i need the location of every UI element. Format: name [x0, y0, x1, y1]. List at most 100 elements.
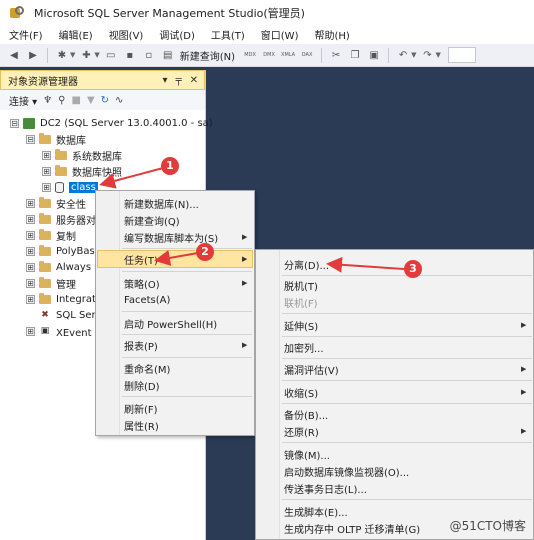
tree-node-always-on[interactable]: ⊞ Always O [26, 259, 102, 275]
tree-node-replication[interactable]: ⊞ 复制 [26, 227, 76, 243]
expand-icon[interactable]: ⊞ [26, 198, 35, 208]
save-icon[interactable]: ▪ [122, 47, 138, 63]
folder-icon [39, 212, 51, 224]
open-folder-icon[interactable]: ▭ [103, 47, 119, 63]
tree-node-xevent-profiler[interactable]: ⊞ ▣ XEvent 拐 [26, 323, 105, 339]
menu-item-policies[interactable]: 策略(O) ▶ [97, 274, 253, 292]
menu-item-properties[interactable]: 属性(R) [97, 416, 253, 434]
new-query-icon[interactable]: ▤ [160, 47, 176, 63]
expand-icon[interactable]: ⊞ [26, 262, 35, 272]
chevron-down-icon[interactable]: ▼ [70, 51, 75, 59]
expand-icon[interactable]: ⊞ [26, 294, 35, 304]
back-icon[interactable]: ◀ [6, 47, 22, 63]
xmla-query-icon[interactable]: XMLA [280, 47, 296, 63]
menu-separator [122, 311, 252, 312]
tree-node-class-database[interactable]: ⊞ class [42, 179, 98, 195]
close-icon[interactable]: ✕ [190, 75, 198, 86]
tree-node-label: 复制 [56, 231, 76, 243]
tree-node-sql-server-agent[interactable]: ✖ SQL Ser [39, 307, 95, 323]
collapse-icon[interactable]: ⊟ [10, 118, 19, 128]
menu-item-facets[interactable]: Facets(A) [97, 291, 253, 309]
menu-item-label: 报表(P) [124, 341, 158, 353]
expand-icon[interactable]: ⊞ [42, 182, 51, 192]
menu-item-take-offline[interactable]: 脱机(T) [257, 276, 532, 294]
tree-node-management[interactable]: ⊞ 管理 [26, 275, 76, 291]
menu-item-delete[interactable]: 删除(D) [97, 376, 253, 394]
mdx-query-icon[interactable]: MDX [242, 47, 258, 63]
chevron-down-icon[interactable]: ▼ [435, 51, 440, 59]
menu-window[interactable]: 窗口(W) [253, 27, 307, 42]
cut-icon[interactable]: ✂ [328, 47, 344, 63]
menu-item-restore[interactable]: 还原(R) ▶ [257, 422, 532, 440]
menu-item-backup[interactable]: 备份(B)... [257, 405, 532, 423]
filter-icon[interactable]: ▼ [87, 95, 95, 106]
menu-file[interactable]: 文件(F) [0, 27, 51, 42]
menu-item-mirror[interactable]: 镜像(M)... [257, 445, 532, 463]
tree-node-databases[interactable]: ⊟ 数据库 [26, 131, 86, 147]
add-item-icon[interactable]: ✚ [78, 47, 94, 63]
disconnect-icon[interactable]: ⚲ [58, 95, 65, 106]
save-all-icon[interactable]: ▫ [141, 47, 157, 63]
menu-item-tasks[interactable]: 任务(T) ▶ [97, 250, 253, 268]
solution-config-dropdown[interactable] [447, 47, 476, 63]
expand-icon[interactable]: ⊞ [26, 230, 35, 240]
tree-node-database-snapshots[interactable]: ⊞ 数据库快照 [42, 163, 122, 179]
menu-item-start-powershell[interactable]: 启动 PowerShell(H) [97, 314, 253, 332]
connect-button[interactable]: 连接 ▾ [9, 93, 37, 108]
collapse-icon[interactable]: ⊟ [26, 134, 35, 144]
menu-item-rename[interactable]: 重命名(M) [97, 359, 253, 377]
main-toolbar: ◀ ▶ ✱ ▼ ✚ ▼ ▭ ▪ ▫ ▤ 新建查询(N) MDX DMX XMLA… [0, 44, 534, 67]
tree-node-system-databases[interactable]: ⊞ 系统数据库 [42, 147, 122, 163]
tree-node-security[interactable]: ⊞ 安全性 [26, 195, 86, 211]
new-query-button[interactable]: 新建查询(N) [180, 48, 235, 63]
menu-help[interactable]: 帮助(H) [306, 27, 357, 42]
stop-icon[interactable]: ■ [72, 95, 81, 106]
pin-icon[interactable]: ╤ [176, 75, 182, 86]
activity-monitor-icon[interactable]: ∿ [115, 95, 123, 106]
menu-tools[interactable]: 工具(T) [203, 27, 253, 42]
new-project-icon[interactable]: ✱ [54, 47, 70, 63]
tree-node-server-objects[interactable]: ⊞ 服务器对 [26, 211, 96, 227]
menu-item-stretch[interactable]: 延伸(S) ▶ [257, 316, 532, 334]
menu-item-label: 还原(R) [284, 427, 319, 439]
menu-item-launch-mirroring-monitor[interactable]: 启动数据库镜像监视器(O)... [257, 462, 532, 480]
menu-item-detach[interactable]: 分离(D)... [257, 255, 532, 273]
dax-query-icon[interactable]: DAX [299, 47, 315, 63]
chevron-down-icon[interactable]: ▼ [411, 51, 416, 59]
tree-node-integration-services[interactable]: ⊞ Integrat [26, 291, 96, 307]
copy-icon[interactable]: ❐ [347, 47, 363, 63]
menu-edit[interactable]: 编辑(E) [51, 27, 101, 42]
menu-item-label: 镜像(M)... [284, 450, 330, 462]
toolbar-separator [47, 47, 48, 63]
menu-item-label: 备份(B)... [284, 410, 329, 422]
menu-view[interactable]: 视图(V) [101, 27, 152, 42]
menu-item-reports[interactable]: 报表(P) ▶ [97, 336, 253, 354]
undo-icon[interactable]: ↶ [395, 47, 411, 63]
connect-icon[interactable]: ♆ [43, 95, 52, 106]
menu-item-vulnerability-assessment[interactable]: 漏洞评估(V) ▶ [257, 360, 532, 378]
redo-icon[interactable]: ↷ [419, 47, 435, 63]
chevron-down-icon[interactable]: ▼ [94, 51, 99, 59]
expand-icon[interactable]: ⊞ [26, 278, 35, 288]
expand-icon[interactable]: ⊞ [26, 326, 35, 336]
menu-debug[interactable]: 调试(D) [151, 27, 203, 42]
menu-item-encrypt-columns[interactable]: 加密列... [257, 338, 532, 356]
tree-node-server[interactable]: ⊟ DC2 (SQL Server 13.0.4001.0 - sa) [10, 115, 213, 131]
window-position-icon[interactable]: ▾ [163, 75, 168, 86]
paste-icon[interactable]: ▣ [366, 47, 382, 63]
menu-item-refresh[interactable]: 刷新(F) [97, 399, 253, 417]
expand-icon[interactable]: ⊞ [42, 150, 51, 160]
menu-item-ship-transaction-logs[interactable]: 传送事务日志(L)... [257, 479, 532, 497]
expand-icon[interactable]: ⊞ [26, 246, 35, 256]
menu-item-new-query[interactable]: 新建查询(Q) [97, 211, 253, 229]
expand-icon[interactable]: ⊞ [26, 214, 35, 224]
submenu-arrow-icon: ▶ [521, 365, 527, 373]
refresh-icon[interactable]: ↻ [101, 95, 109, 106]
menu-item-new-database[interactable]: 新建数据库(N)... [97, 194, 253, 212]
dmx-query-icon[interactable]: DMX [261, 47, 277, 63]
menu-item-shrink[interactable]: 收缩(S) ▶ [257, 383, 532, 401]
menu-item-script-database-as[interactable]: 编写数据库脚本为(S) ▶ [97, 228, 253, 246]
forward-icon[interactable]: ▶ [25, 47, 41, 63]
tree-node-polybase[interactable]: ⊞ PolyBas [26, 243, 95, 259]
expand-icon[interactable]: ⊞ [42, 166, 51, 176]
